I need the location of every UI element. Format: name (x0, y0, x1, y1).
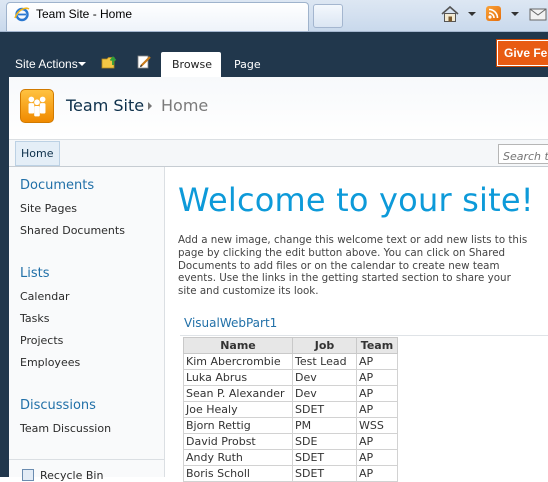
table-row: David Probst SDE AP (183, 433, 398, 450)
ql-item-tasks[interactable]: Tasks (20, 312, 49, 325)
ie-icon (14, 7, 30, 22)
cell-name: Andy Ruth (183, 449, 293, 466)
cell-team: AP (356, 369, 398, 386)
cell-job: Dev (292, 369, 357, 386)
table-row: Bjorn Rettig PM WSS (183, 417, 398, 434)
cell-job: SDE (292, 433, 357, 450)
tab-browse-label: Browse (172, 58, 213, 71)
ql-item-shared-documents[interactable]: Shared Documents (20, 224, 125, 237)
cell-name: Joe Healy (183, 401, 293, 418)
home-icon[interactable] (440, 5, 460, 23)
give-feedback-label: Give Fe (504, 46, 548, 60)
ql-item-site-pages[interactable]: Site Pages (20, 202, 77, 215)
window-left-edge (0, 32, 9, 477)
site-actions-dropdown-icon[interactable] (78, 62, 86, 66)
cell-name: Boris Scholl (183, 465, 293, 482)
breadcrumb-current-page: Home (161, 96, 209, 115)
ribbon-bar (0, 32, 548, 77)
table-row: Kim Abercrombie Test Lead AP (183, 353, 398, 370)
recycle-bin-icon[interactable] (22, 469, 34, 481)
cell-job: SDET (292, 465, 357, 482)
cell-job: Test Lead (292, 353, 357, 370)
mail-icon[interactable] (528, 5, 548, 22)
tab-browse[interactable]: Browse (161, 52, 221, 77)
cell-job: Dev (292, 385, 357, 402)
site-title-link[interactable]: Team Site (66, 96, 144, 115)
table-row: Joe Healy SDET AP (183, 401, 398, 418)
cell-team: AP (356, 401, 398, 418)
table-row: Andy Ruth SDET AP (183, 449, 398, 466)
navigate-up-icon[interactable] (101, 54, 119, 70)
ql-item-team-discussion[interactable]: Team Discussion (20, 422, 111, 435)
new-tab-button[interactable] (313, 4, 343, 28)
welcome-body-text: Add a new image, change this welcome tex… (178, 234, 528, 298)
table-row: Luka Abrus Dev AP (183, 369, 398, 386)
ql-item-employees[interactable]: Employees (20, 356, 80, 369)
table-row: Boris Scholl SDET AP (183, 465, 398, 482)
give-feedback-button[interactable]: Give Fe (497, 40, 548, 66)
employees-table: Name Job Team Kim Abercrombie Test Lead … (183, 337, 398, 482)
cell-name: David Probst (183, 433, 293, 450)
browser-tab-title: Team Site - Home (36, 7, 133, 21)
cell-name: Luka Abrus (183, 369, 293, 386)
cell-job: PM (292, 417, 357, 434)
cell-team: AP (356, 433, 398, 450)
webpart-title[interactable]: VisualWebPart1 (184, 316, 277, 330)
table-header-row: Name Job Team (183, 337, 398, 354)
table-row: Sean P. Alexander Dev AP (183, 385, 398, 402)
ql-heading-lists[interactable]: Lists (20, 266, 50, 281)
cell-name: Kim Abercrombie (183, 353, 293, 370)
tab-page[interactable]: Page (234, 58, 261, 71)
column-header-name: Name (183, 337, 293, 354)
column-header-job: Job (292, 337, 357, 354)
ql-item-projects[interactable]: Projects (20, 334, 63, 347)
webpart-title-divider (180, 335, 548, 336)
welcome-heading: Welcome to your site! (178, 181, 534, 219)
column-header-team: Team (356, 337, 398, 354)
cell-team: AP (356, 385, 398, 402)
search-box[interactable] (498, 144, 548, 166)
cell-team: AP (356, 449, 398, 466)
quick-launch-divider (9, 459, 165, 460)
breadcrumb-separator-icon (148, 102, 152, 110)
ql-item-calendar[interactable]: Calendar (20, 290, 69, 303)
ql-heading-documents[interactable]: Documents (20, 178, 94, 193)
cell-name: Sean P. Alexander (183, 385, 293, 402)
recycle-bin-link[interactable]: Recycle Bin (40, 469, 103, 482)
site-logo-icon[interactable] (20, 89, 54, 123)
rss-feed-icon[interactable] (486, 6, 501, 21)
rss-dropdown-icon[interactable] (511, 12, 519, 16)
cell-team: WSS (356, 417, 398, 434)
top-nav-bar (9, 140, 548, 167)
top-nav-home[interactable]: Home (15, 141, 60, 166)
cell-job: SDET (292, 449, 357, 466)
cell-team: AP (356, 353, 398, 370)
ql-heading-discussions[interactable]: Discussions (20, 398, 96, 413)
home-dropdown-icon[interactable] (468, 12, 476, 16)
edit-page-icon[interactable] (136, 54, 152, 70)
top-nav-home-label: Home (21, 147, 54, 160)
search-input[interactable] (499, 147, 548, 166)
site-actions-menu[interactable]: Site Actions (15, 57, 78, 71)
cell-job: SDET (292, 401, 357, 418)
cell-team: AP (356, 465, 398, 482)
cell-name: Bjorn Rettig (183, 417, 293, 434)
